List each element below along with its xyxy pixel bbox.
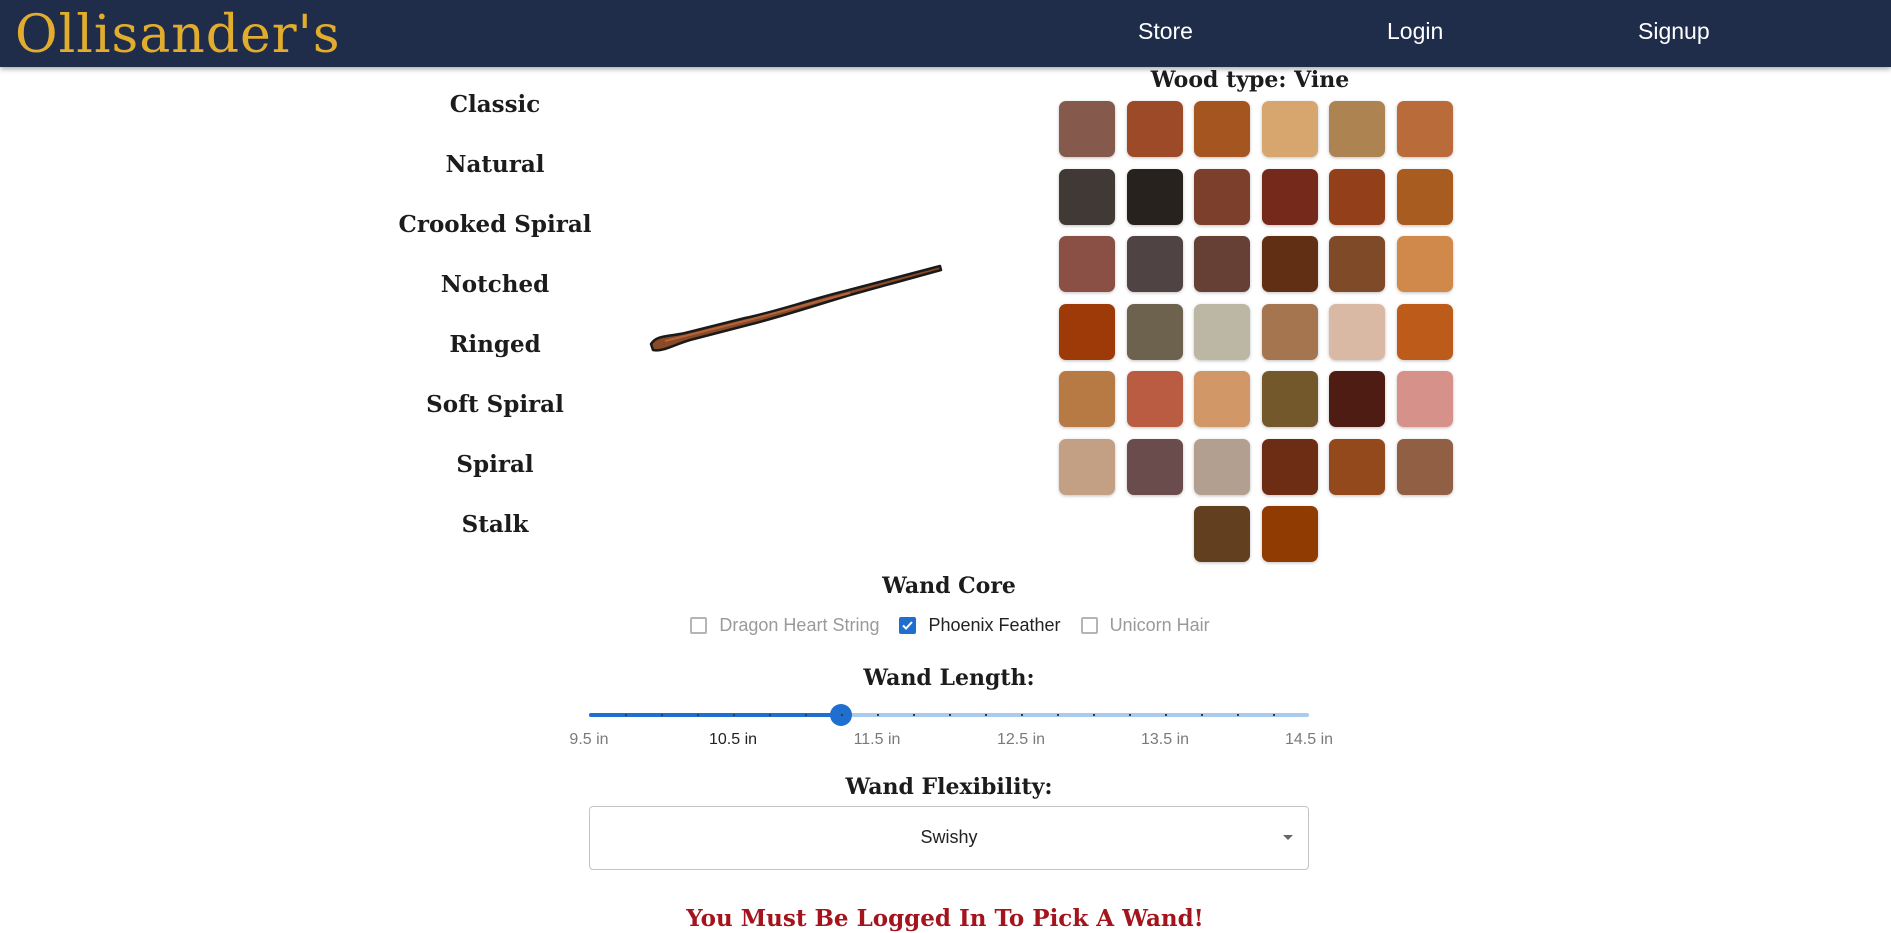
wood-swatch[interactable]	[1194, 371, 1251, 427]
wand-flexibility-title: Wand Flexibility:	[845, 774, 1053, 800]
slider-tick	[1165, 714, 1167, 716]
checkbox-empty-icon[interactable]	[690, 617, 708, 634]
wood-swatch[interactable]	[1329, 168, 1386, 225]
wood-swatch[interactable]	[1329, 438, 1386, 495]
wood-swatch[interactable]	[1329, 236, 1386, 292]
checkbox-empty-icon[interactable]	[1080, 617, 1098, 634]
wood-swatch[interactable]	[1194, 303, 1251, 360]
slider-tick	[625, 714, 627, 716]
wood-swatch-grid	[1052, 101, 1460, 562]
wood-swatch[interactable]	[1126, 101, 1183, 157]
wood-swatch[interactable]	[1329, 303, 1386, 360]
wood-swatch[interactable]	[1059, 371, 1116, 427]
slider-tick	[769, 714, 771, 716]
wand-style-stalk[interactable]: Stalk	[380, 500, 610, 560]
slider-tick	[949, 714, 951, 716]
nav-store-link[interactable]: Store	[1138, 18, 1193, 45]
wood-swatch[interactable]	[1194, 236, 1251, 292]
wood-swatch[interactable]	[1261, 168, 1318, 225]
slider-mark-label: 11.5 in	[853, 731, 901, 748]
wand-style-crooked-spiral[interactable]: Crooked Spiral	[380, 200, 610, 260]
wood-swatch[interactable]	[1396, 438, 1453, 495]
slider-tick	[805, 714, 807, 716]
wood-swatch[interactable]	[1126, 168, 1183, 225]
wand-core-options: Dragon Heart String Phoenix Feather Unicor…	[660, 615, 1240, 636]
wood-swatch[interactable]	[1261, 371, 1318, 427]
wood-swatch[interactable]	[1396, 101, 1453, 157]
navbar: Ollisander's Store Login Signup	[0, 0, 1891, 67]
wand-style-ringed[interactable]: Ringed	[380, 320, 610, 380]
slider-tick	[1273, 714, 1275, 716]
wand-style-classic[interactable]: Classic	[380, 80, 610, 140]
checkmark-icon	[902, 621, 914, 630]
wood-type-title: Wood type: Vine	[1150, 67, 1350, 93]
wand-core-title: Wand Core	[882, 573, 1016, 599]
wand-length-slider[interactable]	[589, 701, 1309, 731]
core-option-label: Phoenix Feather	[928, 615, 1061, 635]
slider-tick	[1057, 714, 1059, 716]
wood-swatch[interactable]	[1261, 438, 1318, 495]
wood-swatch[interactable]	[1329, 371, 1386, 427]
wood-swatch[interactable]	[1396, 168, 1453, 225]
slider-tick	[985, 714, 987, 716]
wood-swatch[interactable]	[1059, 101, 1116, 157]
wood-swatch[interactable]	[1126, 438, 1183, 495]
core-option[interactable]: Phoenix Feather	[899, 615, 1061, 636]
slider-mark-label: 10.5 in	[708, 731, 758, 748]
slider-tick	[1129, 714, 1131, 716]
checkbox-checked-icon[interactable]	[899, 617, 917, 634]
core-option-label: Unicorn Hair	[1109, 615, 1210, 635]
core-option-label: Dragon Heart String	[719, 615, 880, 635]
slider-tick	[1021, 714, 1023, 716]
core-option[interactable]: Dragon Heart String	[690, 615, 879, 636]
slider-tick	[1237, 714, 1239, 716]
wood-swatch[interactable]	[1396, 236, 1453, 292]
login-warning-message: You Must Be Logged In To Pick A Wand!	[686, 905, 1204, 932]
wood-swatch[interactable]	[1194, 506, 1251, 562]
dropdown-arrow-icon	[1283, 835, 1293, 840]
wood-swatch[interactable]	[1396, 303, 1453, 360]
wood-swatch[interactable]	[1261, 506, 1318, 562]
slider-mark-label: 14.5 in	[1284, 731, 1334, 748]
slider-tick	[1093, 714, 1095, 716]
slider-mark-label: 13.5 in	[1140, 731, 1190, 748]
core-option[interactable]: Unicorn Hair	[1080, 615, 1210, 636]
wand-style-natural[interactable]: Natural	[380, 140, 610, 200]
slider-tick	[697, 714, 699, 716]
slider-tick	[661, 714, 663, 716]
wood-swatch[interactable]	[1059, 303, 1116, 360]
flexibility-selected-value: Swishy	[920, 827, 978, 847]
wood-swatch[interactable]	[1059, 438, 1116, 495]
wood-swatch[interactable]	[1126, 303, 1183, 360]
wand-style-soft-spiral[interactable]: Soft Spiral	[380, 380, 610, 440]
wand-style-list: Classic Natural Crooked Spiral Notched R…	[380, 80, 610, 560]
wood-swatch[interactable]	[1126, 236, 1183, 292]
slider-tick	[877, 714, 879, 716]
wood-swatch[interactable]	[1329, 101, 1386, 157]
slider-mark-label: 12.5 in	[996, 731, 1046, 748]
wood-swatch[interactable]	[1261, 236, 1318, 292]
wood-swatch[interactable]	[1396, 371, 1453, 427]
wood-swatch[interactable]	[1261, 303, 1318, 360]
slider-tick	[913, 714, 915, 716]
wood-swatch[interactable]	[1194, 168, 1251, 225]
nav-login-link[interactable]: Login	[1387, 18, 1443, 45]
wood-swatch[interactable]	[1059, 168, 1116, 225]
slider-mark-label: 9.5 in	[569, 731, 609, 748]
wand-flexibility-select[interactable]: Swishy	[589, 806, 1309, 870]
wand-style-spiral[interactable]: Spiral	[380, 440, 610, 500]
wand-preview-image	[649, 264, 943, 352]
wood-swatch[interactable]	[1194, 438, 1251, 495]
slider-tick	[733, 714, 735, 716]
slider-tick	[1201, 714, 1203, 716]
nav-signup-link[interactable]: Signup	[1638, 18, 1710, 45]
brand-logo[interactable]: Ollisander's	[15, 3, 341, 67]
wood-swatch[interactable]	[1261, 101, 1318, 157]
wood-swatch[interactable]	[1126, 371, 1183, 427]
wood-swatch[interactable]	[1059, 236, 1116, 292]
wand-style-notched[interactable]: Notched	[380, 260, 610, 320]
wand-length-title: Wand Length:	[863, 665, 1035, 691]
slider-tick	[841, 714, 843, 716]
wood-swatch[interactable]	[1194, 101, 1251, 157]
